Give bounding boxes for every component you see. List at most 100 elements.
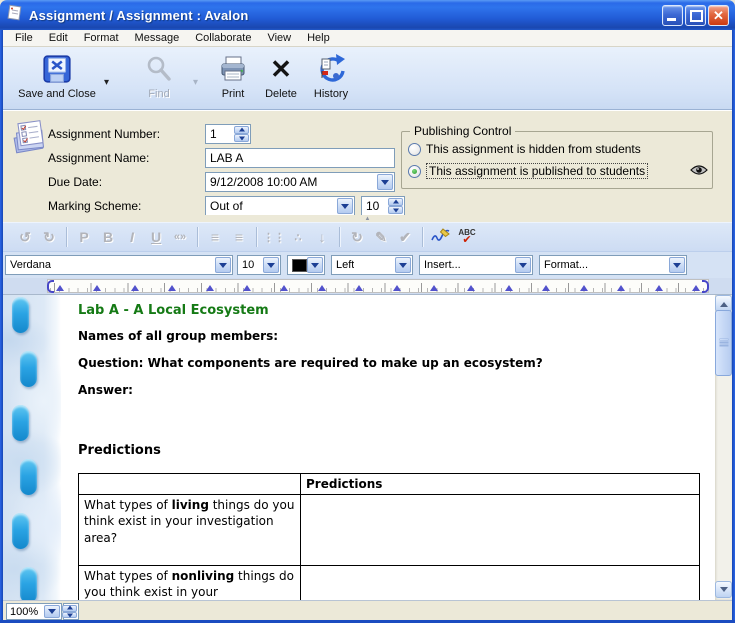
collapse-handle[interactable]: ▲ [3, 215, 732, 222]
print-button[interactable]: Print [211, 51, 255, 105]
scroll-down-button[interactable] [715, 581, 732, 598]
format-dropdown-icon[interactable] [669, 257, 685, 273]
font-size-value: 10 [242, 259, 254, 271]
history-icon [315, 51, 347, 87]
save-dropdown-arrow-icon[interactable]: ▾ [104, 77, 109, 88]
hidden-option-row: This assignment is hidden from students [408, 142, 641, 156]
marking-points-spin-buttons[interactable] [388, 198, 403, 214]
window-title: Assignment / Assignment : Avalon [29, 8, 248, 23]
editor-content[interactable]: Lab A - A Local Ecosystem Names of all g… [3, 294, 732, 600]
answer-line: Answer: [78, 383, 715, 397]
hidden-option-label: This assignment is hidden from students [426, 142, 641, 156]
vertical-scrollbar[interactable] [715, 295, 732, 600]
pencil-icon: ✎ [369, 229, 393, 246]
publishing-control-title: Publishing Control [410, 124, 515, 138]
answer-cell[interactable] [301, 495, 700, 566]
app-icon [6, 4, 23, 26]
marking-points-spinner[interactable]: 10 [361, 196, 405, 216]
numbered-list-icon: ≡ [203, 229, 227, 245]
indent-dots-icon: ⋮⋮ [262, 231, 286, 244]
history-label: History [314, 88, 348, 100]
document-body[interactable]: Lab A - A Local Ecosystem Names of all g… [61, 295, 715, 600]
menu-message[interactable]: Message [127, 31, 188, 45]
window-border [0, 30, 3, 623]
close-button[interactable]: ✕ [708, 5, 729, 26]
eye-icon [690, 163, 708, 181]
menu-bar: File Edit Format Message Collaborate Vie… [3, 30, 732, 47]
spellcheck-icon[interactable]: ABC ✔ [454, 229, 480, 246]
alignment-combobox[interactable]: Left [331, 255, 413, 275]
alignment-dropdown-icon[interactable] [395, 257, 411, 273]
font-size-combobox[interactable]: 10 [237, 255, 281, 275]
menu-edit[interactable]: Edit [41, 31, 76, 45]
ruler-left-margin-marker [47, 280, 54, 293]
delete-button[interactable]: ✕ Delete [259, 51, 303, 105]
assignment-number-spin-buttons[interactable] [234, 126, 249, 142]
arrow-down-icon: ↓ [310, 229, 334, 245]
menu-help[interactable]: Help [299, 31, 338, 45]
menu-view[interactable]: View [259, 31, 299, 45]
print-icon [217, 51, 249, 87]
published-option-row: This assignment is published to students [408, 163, 648, 179]
font-size-dropdown-icon[interactable] [263, 257, 279, 273]
assignment-number-spinner[interactable]: 1 [205, 124, 251, 144]
scroll-thumb[interactable] [715, 310, 732, 376]
undo-icon: ↺ [13, 229, 37, 246]
print-label: Print [222, 88, 245, 100]
insert-combobox[interactable]: Insert... [419, 255, 533, 275]
names-line: Names of all group members: [78, 329, 715, 343]
signature-icon[interactable] [428, 227, 454, 248]
quote-icon: «» [168, 231, 192, 243]
font-family-combobox[interactable]: Verdana [5, 255, 233, 275]
format-value: Format... [544, 259, 588, 271]
font-toolbar: Verdana 10 Left Insert... Format... [3, 252, 732, 278]
toolbar-separator [422, 227, 423, 247]
save-and-close-button[interactable]: Save and Close [11, 51, 103, 105]
ruler-right-margin-marker [702, 280, 709, 293]
due-date-label: Due Date: [48, 175, 102, 189]
assignment-name-input[interactable] [205, 148, 395, 168]
document-title: Lab A - A Local Ecosystem [78, 303, 715, 318]
format-combobox[interactable]: Format... [539, 255, 687, 275]
revert-icon: ↻ [345, 229, 369, 246]
font-color-dropdown-icon[interactable] [307, 257, 323, 273]
hidden-radio[interactable] [408, 143, 421, 156]
predictions-heading: Predictions [78, 443, 715, 458]
zoom-value: 100% [10, 606, 38, 618]
predictions-table: Predictions What types of living things … [78, 473, 700, 600]
assignment-name-label: Assignment Name: [48, 151, 149, 165]
formatting-toolbar: ↺ ↻ P B I U «» ≡ ≡ ⋮⋮ ∴ ↓ ↻ ✎ ✔ ABC ✔ [3, 222, 732, 252]
font-family-dropdown-icon[interactable] [215, 257, 231, 273]
question-cell: What types of living things do you think… [79, 495, 301, 566]
marking-scheme-combobox[interactable]: Out of [205, 196, 355, 216]
insert-dropdown-icon[interactable] [515, 257, 531, 273]
notebook-margin-decoration [3, 295, 61, 600]
history-button[interactable]: History [307, 51, 355, 105]
menu-collaborate[interactable]: Collaborate [187, 31, 259, 45]
zoom-combobox[interactable]: 100% [6, 603, 62, 620]
answer-cell[interactable] [301, 566, 700, 600]
save-icon [41, 51, 73, 87]
due-date-combobox[interactable]: 9/12/2008 10:00 AM [205, 172, 395, 192]
published-option-label: This assignment is published to students [426, 163, 648, 179]
delete-icon: ✕ [270, 51, 292, 87]
published-radio[interactable] [408, 165, 421, 178]
question-line: Question: What components are required t… [78, 356, 715, 370]
font-color-combobox[interactable] [287, 255, 325, 275]
menu-format[interactable]: Format [76, 31, 127, 45]
bullet-list-icon: ≡ [227, 229, 251, 245]
save-and-close-label: Save and Close [18, 88, 96, 100]
delete-label: Delete [265, 88, 297, 100]
application-window: Assignment / Assignment : Avalon ✕ File … [0, 0, 735, 623]
marking-scheme-dropdown-icon[interactable] [337, 198, 353, 214]
main-toolbar: Save and Close ▾ Find ▾ [3, 47, 732, 110]
zoom-dropdown-icon[interactable] [44, 605, 60, 618]
minimize-button[interactable] [662, 5, 683, 26]
maximize-button[interactable] [685, 5, 706, 26]
paragraph-icon: P [72, 229, 96, 245]
question-cell: What types of nonliving things do you th… [79, 566, 301, 600]
zoom-spinner[interactable] [63, 603, 79, 620]
find-label: Find [148, 88, 169, 100]
menu-file[interactable]: File [7, 31, 41, 45]
due-date-dropdown-icon[interactable] [377, 174, 393, 190]
